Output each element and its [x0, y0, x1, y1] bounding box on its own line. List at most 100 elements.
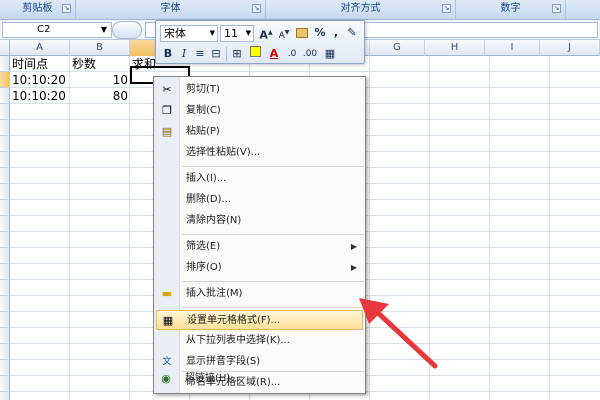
font-name-select[interactable]: 宋体 ▼: [160, 25, 218, 42]
row-header[interactable]: [0, 376, 10, 392]
hyperlink-icon: ◉: [161, 372, 171, 385]
align-center-icon: ≡: [195, 47, 205, 60]
ribbon-group-font: 字体 ↘: [76, 0, 266, 20]
row-header[interactable]: [0, 56, 10, 72]
cell-b2[interactable]: 10: [70, 72, 128, 88]
dialog-launcher-icon[interactable]: ↘: [252, 4, 261, 13]
format-cells-icon[interactable]: ▦: [322, 46, 338, 62]
copy-icon: ❐: [162, 104, 172, 117]
menu-item-label: 插入(I)...: [186, 173, 227, 184]
menu-item-label: 选择性粘贴(V)...: [186, 147, 261, 158]
row-header[interactable]: [0, 264, 10, 280]
row-header-active[interactable]: [0, 72, 10, 88]
align-center-button[interactable]: ≡: [192, 46, 208, 62]
format-painter-button[interactable]: ✎: [344, 25, 360, 41]
row-header[interactable]: [0, 88, 10, 104]
menu-item-label: 粘贴(P): [186, 126, 220, 137]
menu-item-label: 复制(C): [186, 105, 221, 116]
mini-toolbar: 宋体 ▼ 11 ▼ A▲ A▼ % , ✎ B I ≡ ⊟ ⊞ A .0 .00…: [155, 20, 365, 64]
chevron-down-icon[interactable]: ▼: [210, 26, 215, 41]
grow-font-button[interactable]: A▲: [258, 25, 274, 42]
dialog-launcher-icon[interactable]: ↘: [442, 4, 451, 13]
row-header[interactable]: [0, 104, 10, 120]
grow-font-icon: A: [259, 28, 268, 42]
dialog-launcher-icon[interactable]: ↘: [552, 4, 561, 13]
increase-decimal-button[interactable]: .0: [284, 46, 300, 62]
row-header[interactable]: [0, 328, 10, 344]
select-all-corner[interactable]: [0, 40, 10, 56]
comma-style-button[interactable]: ,: [328, 25, 344, 41]
phonetic-icon: 文: [162, 357, 172, 367]
row-header[interactable]: [0, 200, 10, 216]
ribbon-group-font-label: 字体: [160, 3, 181, 14]
bold-button[interactable]: B: [160, 46, 176, 62]
row-header[interactable]: [0, 344, 10, 360]
cell-b3[interactable]: 80: [70, 88, 128, 104]
row-header[interactable]: [0, 280, 10, 296]
menu-item-label: 剪切(T): [186, 84, 220, 95]
font-size-select[interactable]: 11 ▼: [220, 25, 254, 42]
menu-item-sort[interactable]: 排序(O) ▶: [156, 258, 363, 278]
row-header[interactable]: [0, 184, 10, 200]
column-header-h[interactable]: H: [425, 40, 485, 56]
annotation-arrow-icon: [359, 298, 438, 369]
borders-button[interactable]: ⊞: [229, 46, 245, 62]
row-header[interactable]: [0, 152, 10, 168]
menu-item-format-cells[interactable]: ▦ 设置单元格格式(F)...: [156, 310, 363, 330]
column-header-j[interactable]: J: [540, 40, 600, 56]
percent-style-button[interactable]: %: [312, 25, 328, 41]
cell-a2[interactable]: 10:10:20: [12, 72, 70, 88]
merge-cells-button[interactable]: ⊟: [208, 46, 224, 62]
row-header[interactable]: [0, 312, 10, 328]
ribbon-group-clipboard: 剪贴板 ↘: [0, 0, 76, 20]
ribbon-group-number-label: 数字: [500, 3, 521, 14]
column-header-g[interactable]: G: [370, 40, 425, 56]
borders-icon: ⊞: [232, 47, 242, 60]
menu-item-pick-from-list[interactable]: 从下拉列表中选择(K)...: [156, 331, 363, 351]
currency-format-button[interactable]: [294, 25, 310, 41]
menu-item-delete[interactable]: 删除(D)...: [156, 190, 363, 210]
menu-item-copy[interactable]: ❐ 复制(C): [156, 101, 363, 121]
menu-item-label: 超链接(H)...: [185, 373, 240, 384]
row-header[interactable]: [0, 168, 10, 184]
menu-item-insert-comment[interactable]: ▬ 插入批注(M): [156, 284, 363, 304]
row-header[interactable]: [0, 232, 10, 248]
menu-item-label: 筛选(E): [186, 241, 221, 252]
column-header-i[interactable]: I: [485, 40, 540, 56]
font-color-button[interactable]: A: [266, 46, 282, 62]
ribbon-group-labels: 剪贴板 ↘ 字体 ↘ 对齐方式 ↘ 数字 ↘: [0, 0, 600, 20]
menu-item-insert[interactable]: 插入(I)...: [156, 169, 363, 189]
decrease-decimal-button[interactable]: .00: [302, 46, 318, 62]
shrink-font-button[interactable]: A▼: [276, 25, 292, 41]
column-header-a[interactable]: A: [10, 40, 70, 56]
italic-button[interactable]: I: [176, 46, 192, 62]
row-header[interactable]: [0, 360, 10, 376]
menu-item-hyperlink[interactable]: ◉ 超链接(H)...: [155, 369, 362, 389]
cell-a3[interactable]: 10:10:20: [12, 88, 70, 104]
menu-item-paste-special[interactable]: 选择性粘贴(V)...: [156, 143, 363, 163]
menu-item-paste[interactable]: ▤ 粘贴(P): [156, 122, 363, 142]
merge-cells-icon: ⊟: [211, 47, 221, 60]
formula-bar-button[interactable]: [112, 21, 142, 39]
chevron-down-icon[interactable]: ▼: [101, 23, 107, 37]
row-header[interactable]: [0, 120, 10, 136]
menu-item-clear-contents[interactable]: 清除内容(N): [156, 211, 363, 231]
row-header[interactable]: [0, 296, 10, 312]
cell-b1[interactable]: 秒数: [72, 56, 130, 72]
dialog-launcher-icon[interactable]: ↘: [62, 4, 71, 13]
menu-item-label: 从下拉列表中选择(K)...: [186, 335, 290, 346]
scissors-icon: ✂: [162, 83, 172, 96]
menu-item-label: 删除(D)...: [186, 194, 232, 205]
column-header-b[interactable]: B: [70, 40, 130, 56]
fill-color-button[interactable]: [247, 46, 263, 62]
comment-icon: ▬: [161, 287, 173, 300]
cell-a1[interactable]: 时间点: [12, 56, 70, 72]
row-header[interactable]: [0, 136, 10, 152]
menu-item-cut[interactable]: ✂ 剪切(T): [156, 80, 363, 100]
name-box[interactable]: C2 ▼: [2, 22, 112, 38]
row-header[interactable]: [0, 248, 10, 264]
row-header[interactable]: [0, 216, 10, 232]
ribbon-group-alignment: 对齐方式 ↘: [266, 0, 456, 20]
chevron-down-icon[interactable]: ▼: [246, 26, 251, 41]
menu-item-filter[interactable]: 筛选(E) ▶: [156, 237, 363, 257]
